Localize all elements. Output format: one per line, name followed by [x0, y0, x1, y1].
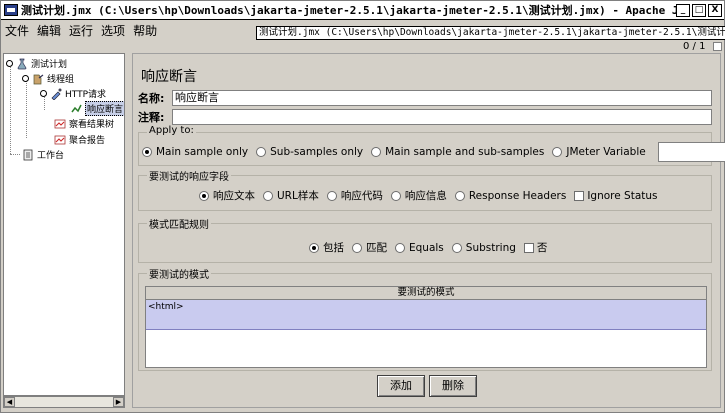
- tree-item-test-plan[interactable]: 测试计划: [6, 57, 67, 70]
- add-button[interactable]: 添加: [377, 375, 425, 397]
- tree-item-thread-group[interactable]: 线程组: [22, 72, 74, 85]
- maximize-button[interactable]: □: [692, 3, 706, 17]
- jmeter-window: 测试计划.jmx (C:\Users\hp\Downloads\jakarta-…: [0, 0, 725, 413]
- thread-counter: 0 / 1: [683, 41, 706, 52]
- panel-title: 响应断言: [141, 69, 197, 85]
- pattern-row[interactable]: <html>: [146, 300, 706, 330]
- delete-button[interactable]: 删除: [429, 375, 477, 397]
- menu-file[interactable]: 文件: [1, 22, 33, 39]
- radio-icon: [256, 147, 267, 157]
- apply-sub-samples-radio[interactable]: Sub-samples only: [256, 146, 363, 158]
- window-title: 测试计划.jmx (C:\Users\hp\Downloads\jakarta-…: [21, 4, 676, 17]
- tree-item-label: 线程组: [47, 75, 75, 85]
- field-to-test-title: 要测试的响应字段: [147, 168, 231, 183]
- tree-item-view-results-tree[interactable]: 察看结果树: [54, 117, 114, 130]
- tree-item-response-assertion[interactable]: 响应断言: [70, 101, 124, 116]
- radio-icon: [371, 147, 382, 157]
- radio-icon: [454, 190, 465, 201]
- radio-icon: [352, 242, 362, 253]
- tree-item-label: 测试计划: [31, 60, 68, 70]
- minimize-button[interactable]: _: [676, 3, 690, 17]
- field-response-code-radio[interactable]: 响应代码: [326, 188, 383, 203]
- ignore-status-checkbox[interactable]: Ignore Status: [574, 190, 658, 202]
- pipette-icon: [51, 88, 62, 100]
- thread-group-icon: [33, 74, 44, 84]
- tree-item-label: 察看结果树: [69, 120, 115, 130]
- collapse-toggle-icon[interactable]: [6, 60, 13, 67]
- apply-to-group: Apply to: Main sample only Sub-samples o…: [138, 125, 725, 166]
- radio-icon: [263, 190, 273, 201]
- title-bar: 测试计划.jmx (C:\Users\hp\Downloads\jakarta-…: [1, 1, 724, 20]
- comment-label: 注释:: [138, 111, 165, 124]
- tree-horizontal-scrollbar[interactable]: ◀ ▶: [3, 396, 125, 408]
- rule-equals-radio[interactable]: Equals: [395, 242, 444, 254]
- checkbox-icon: [523, 242, 534, 253]
- collapse-toggle-icon[interactable]: [22, 75, 29, 82]
- rule-contains-radio[interactable]: 包括: [309, 240, 344, 255]
- collapse-toggle-icon[interactable]: [40, 90, 47, 97]
- tree-item-label: 聚合报告: [69, 136, 106, 146]
- assertion-icon: [71, 104, 82, 112]
- assertion-panel: 响应断言 名称: 响应断言 注释: Apply to: Main sample …: [132, 53, 725, 408]
- tree-item-label: 工作台: [37, 151, 65, 161]
- menu-run[interactable]: 运行: [65, 22, 97, 39]
- rule-matches-radio[interactable]: 匹配: [352, 240, 387, 255]
- close-button[interactable]: X: [708, 3, 722, 17]
- radio-icon: [326, 190, 337, 201]
- tree-item-http-request[interactable]: HTTP请求: [40, 87, 106, 100]
- menu-edit[interactable]: 编辑: [33, 22, 65, 39]
- test-plan-tree[interactable]: 测试计划 线程组 HTTP请求 响应断言 察看结果树 聚合报告 工作台: [3, 53, 125, 396]
- pattern-matching-rules-group: 模式匹配规则 包括 匹配 Equals Substring 否: [138, 216, 712, 263]
- apply-jmeter-variable-radio[interactable]: JMeter Variable: [552, 146, 646, 158]
- tree-item-aggregate-report[interactable]: 聚合报告: [54, 133, 105, 146]
- status-indicator: [713, 42, 722, 51]
- checkbox-icon: [574, 190, 585, 201]
- field-response-headers-radio[interactable]: Response Headers: [454, 190, 566, 202]
- name-field[interactable]: 响应断言: [172, 90, 712, 106]
- patterns-table: 要测试的模式 <html>: [145, 286, 707, 368]
- radio-icon: [451, 242, 462, 253]
- jmeter-variable-input[interactable]: [657, 142, 725, 162]
- tree-item-label: 响应断言: [85, 101, 124, 116]
- menu-help[interactable]: 帮助: [129, 22, 161, 39]
- file-path-display: 测试计划.jmx (C:\Users\hp\Downloads\jakarta-…: [256, 26, 725, 40]
- comment-row: 注释:: [138, 109, 712, 125]
- jmeter-app-icon: [4, 4, 18, 16]
- patterns-to-test-group: 要测试的模式 要测试的模式 <html>: [138, 266, 712, 371]
- comment-field[interactable]: [172, 109, 712, 125]
- field-response-text-radio[interactable]: 响应文本: [199, 188, 255, 203]
- menu-options[interactable]: 选项: [97, 22, 129, 39]
- pattern-matching-rules-title: 模式匹配规则: [147, 216, 211, 231]
- patterns-to-test-title: 要测试的模式: [147, 266, 211, 281]
- apply-main-sample-radio[interactable]: Main sample only: [142, 146, 248, 158]
- workbench-icon: [23, 149, 33, 160]
- scroll-right-icon[interactable]: ▶: [113, 397, 124, 407]
- rule-substring-radio[interactable]: Substring: [451, 242, 516, 254]
- scroll-left-icon[interactable]: ◀: [4, 397, 15, 407]
- tree-item-workbench[interactable]: 工作台: [22, 148, 64, 161]
- tree-item-label: HTTP请求: [65, 90, 107, 100]
- name-label: 名称:: [138, 92, 165, 105]
- radio-icon: [199, 190, 209, 201]
- field-response-message-radio[interactable]: 响应信息: [390, 188, 447, 203]
- apply-main-and-sub-radio[interactable]: Main sample and sub-samples: [371, 146, 544, 158]
- field-url-sample-radio[interactable]: URL样本: [263, 188, 319, 203]
- apply-to-title: Apply to:: [147, 125, 196, 136]
- field-to-test-group: 要测试的响应字段 响应文本 URL样本 响应代码 响应信息 Response H…: [138, 168, 712, 211]
- radio-icon: [390, 190, 401, 201]
- radio-icon: [552, 147, 563, 157]
- radio-icon: [395, 242, 405, 253]
- patterns-column-header[interactable]: 要测试的模式: [146, 287, 706, 300]
- rule-not-checkbox[interactable]: 否: [523, 240, 547, 255]
- radio-icon: [309, 242, 319, 253]
- listener-icon: [54, 135, 66, 144]
- listener-icon: [54, 119, 66, 128]
- radio-icon: [142, 147, 152, 157]
- flask-icon: [17, 58, 27, 69]
- name-row: 名称: 响应断言: [138, 90, 712, 106]
